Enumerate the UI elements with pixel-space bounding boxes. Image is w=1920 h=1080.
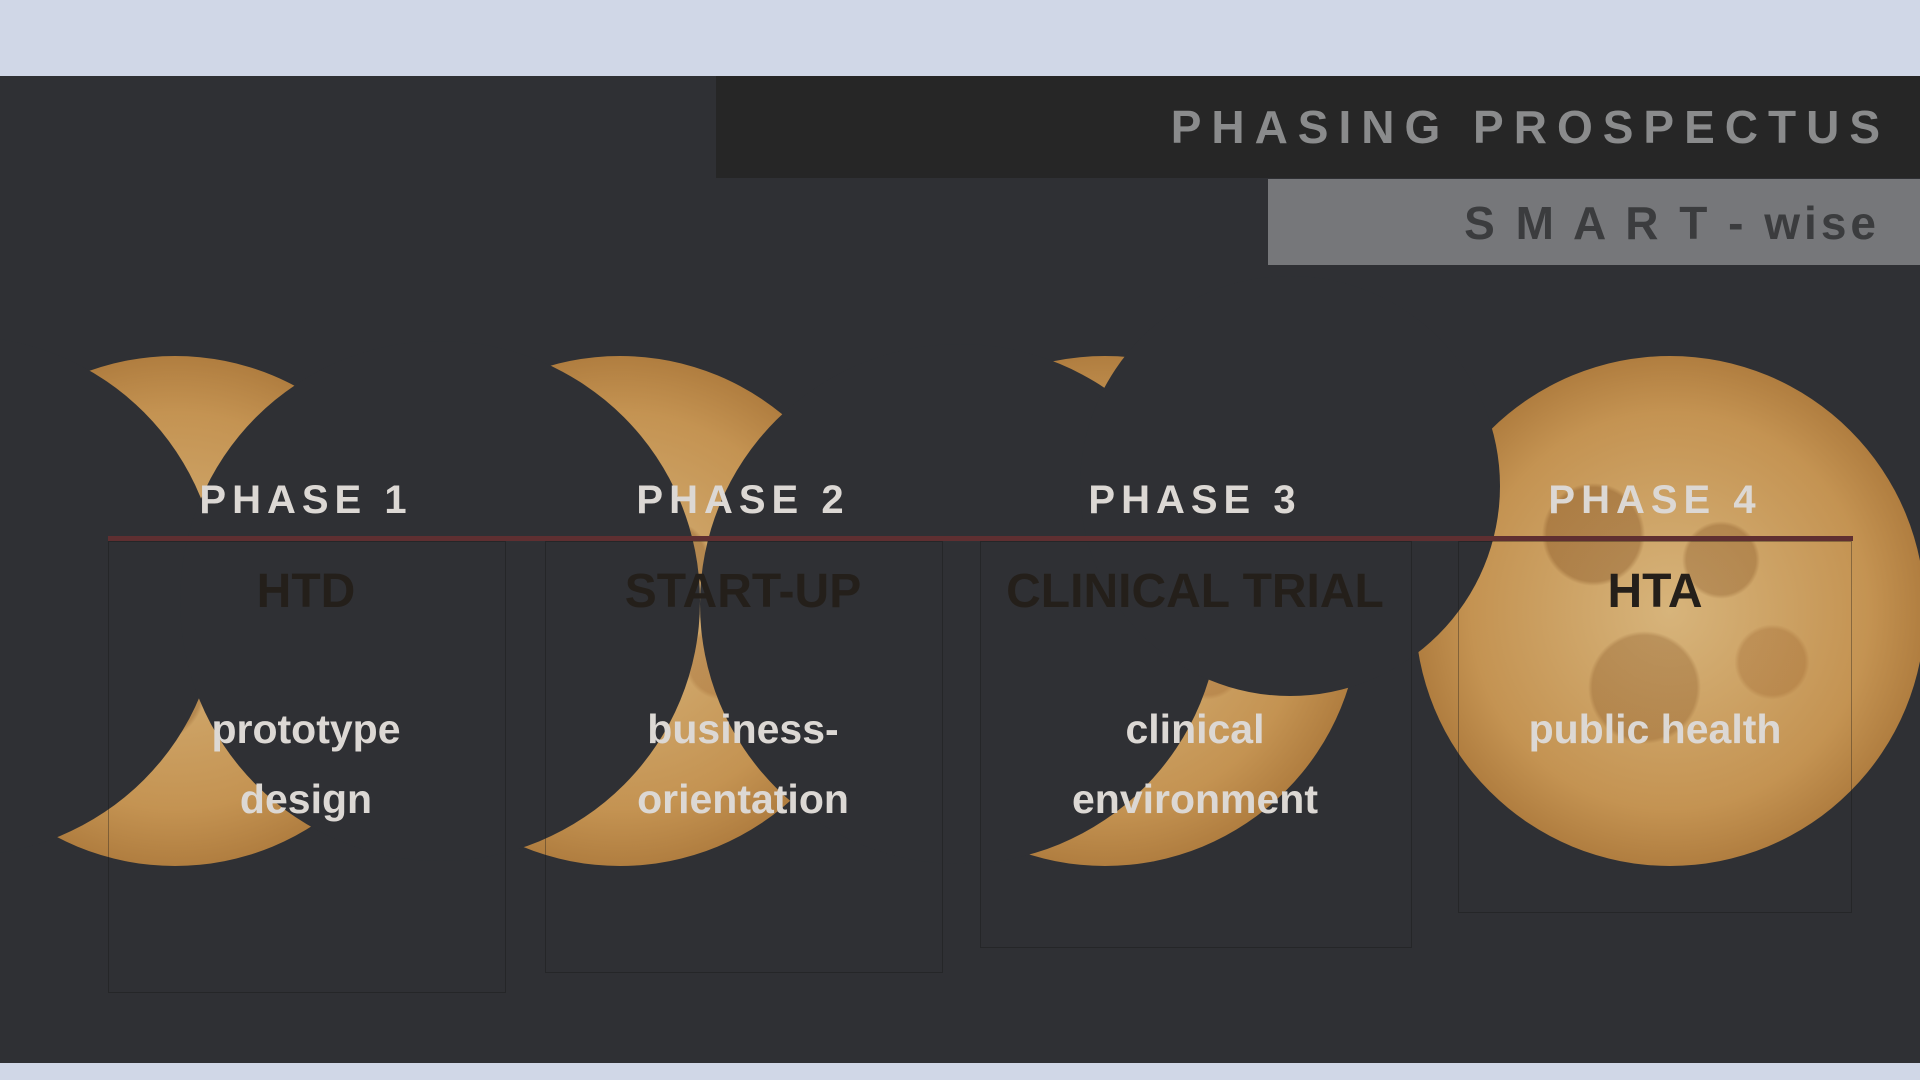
phase-2-desc-line2: orientation [637,776,849,822]
subtitle-bar: S M A R T - wise [1268,179,1920,265]
phase-4-description: public health [1465,694,1845,764]
phase-4-label: PHASE 4 [1548,478,1762,522]
phase-3-desc-line1: clinical [1125,706,1265,752]
title-bar: PHASING PROSPECTUS [716,76,1920,178]
phase-1-desc-line2: design [239,776,373,822]
phase-1-desc-line1: prototype [211,706,401,752]
phase-1-name: HTD [256,565,356,618]
phase-3-name: CLINICAL TRIAL [1006,565,1384,618]
slide: PHASING PROSPECTUS S M A R T - wise PHAS… [0,76,1920,1063]
phase-2-label: PHASE 2 [636,478,850,522]
page-title: PHASING PROSPECTUS [1170,101,1890,153]
phase-1-description: prototype design [116,694,496,834]
phase-4-name: HTA [1607,565,1703,618]
phase-3-description: clinical environment [1005,694,1385,834]
phase-2-description: business- orientation [553,694,933,834]
phase-1-label: PHASE 1 [199,478,413,522]
phase-3-desc-line2: environment [1071,776,1319,822]
phase-2-name: START-UP [624,565,862,618]
phase-4-desc-line1: public health [1528,706,1782,752]
phase-2-desc-line1: business- [647,706,839,752]
page-subtitle: S M A R T - wise [1464,197,1880,249]
phase-3-label: PHASE 3 [1088,478,1302,522]
